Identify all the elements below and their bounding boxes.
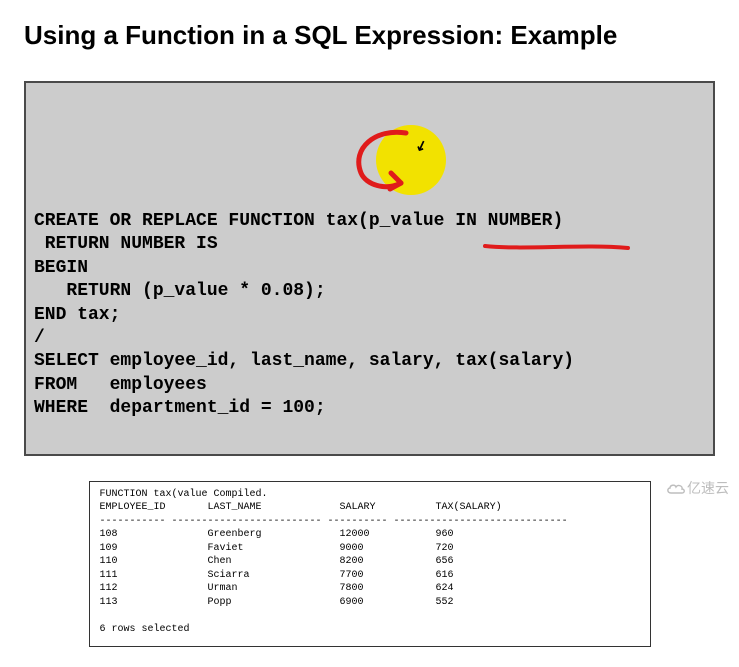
code-line: / [34, 328, 45, 348]
page-title: Using a Function in a SQL Expression: Ex… [24, 20, 719, 51]
cloud-icon [665, 482, 687, 496]
output-separator: ----------- ------------------------- --… [100, 516, 568, 527]
code-line: BEGIN [34, 258, 88, 278]
code-line: SELECT employee_id, last_name, salary, t… [34, 351, 574, 371]
sql-output-block: FUNCTION tax(value Compiled. EMPLOYEE_ID… [89, 481, 651, 648]
red-underline-annotation [483, 241, 633, 257]
output-footer: 6 rows selected [100, 624, 190, 635]
watermark-text: 亿速云 [687, 480, 729, 496]
code-line: END tax; [34, 305, 120, 325]
code-line: WHERE department_id = 100; [34, 398, 326, 418]
code-line: RETURN (p_value * 0.08); [34, 281, 326, 301]
code-line: CREATE OR REPLACE FUNCTION tax(p_value I… [34, 211, 563, 231]
code-line: FROM employees [34, 375, 207, 395]
output-header: FUNCTION tax(value Compiled. [100, 489, 268, 500]
output-columns: EMPLOYEE_ID LAST_NAME SALARY TAX(SALARY) [100, 502, 502, 513]
sql-code-block: ↙ CREATE OR REPLACE FUNCTION tax(p_value… [24, 81, 715, 456]
watermark: 亿速云 [665, 478, 729, 498]
red-curved-arrow-annotation [346, 123, 436, 203]
code-line: RETURN NUMBER IS [34, 234, 218, 254]
output-rows: 108 Greenberg 12000 960 109 Faviet 9000 … [100, 529, 454, 608]
